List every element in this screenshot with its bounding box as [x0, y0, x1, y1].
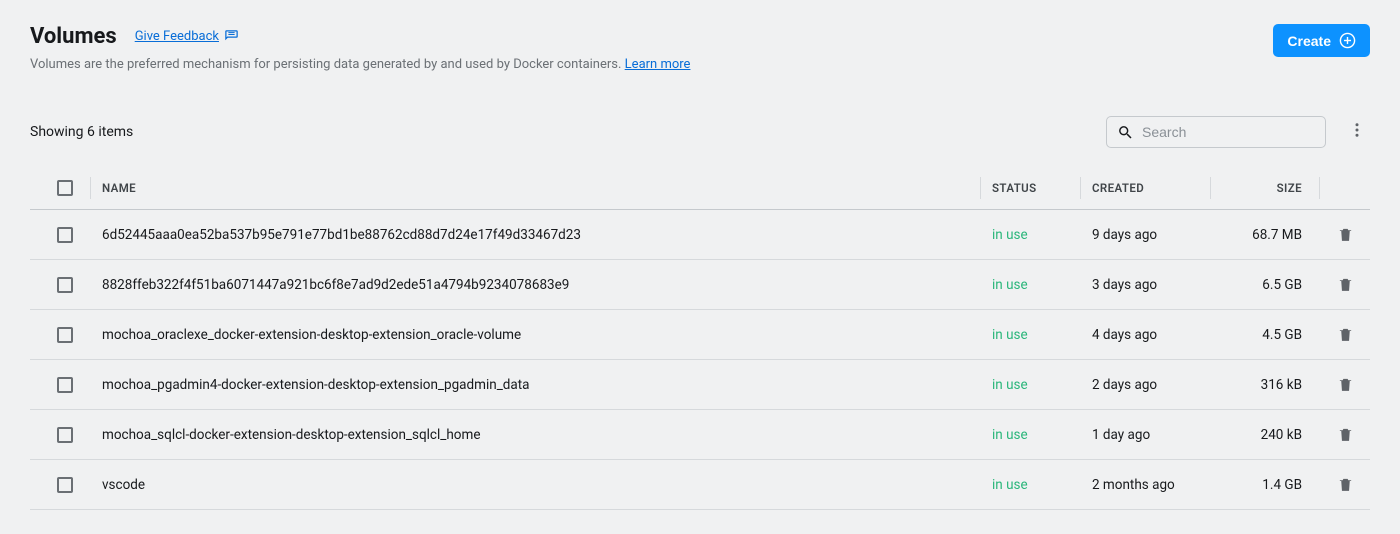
trash-icon — [1337, 226, 1354, 243]
volume-name[interactable]: mochoa_pgadmin4-docker-extension-desktop… — [90, 377, 980, 393]
description-text: Volumes are the preferred mechanism for … — [30, 57, 621, 72]
page-title: Volumes — [30, 24, 117, 49]
delete-button[interactable] — [1320, 276, 1370, 293]
volume-status: in use — [980, 427, 1080, 443]
delete-button[interactable] — [1320, 426, 1370, 443]
table-header: NAME STATUS CREATED SIZE — [30, 166, 1370, 210]
row-checkbox[interactable] — [57, 327, 73, 343]
volume-status: in use — [980, 377, 1080, 393]
row-checkbox[interactable] — [57, 377, 73, 393]
page-description: Volumes are the preferred mechanism for … — [30, 57, 690, 72]
trash-icon — [1337, 276, 1354, 293]
volume-created: 2 days ago — [1080, 377, 1210, 393]
trash-icon — [1337, 326, 1354, 343]
volume-size: 68.7 MB — [1210, 227, 1320, 243]
delete-button[interactable] — [1320, 476, 1370, 493]
volume-size: 6.5 GB — [1210, 277, 1320, 293]
volume-status: in use — [980, 477, 1080, 493]
volume-name[interactable]: mochoa_sqlcl-docker-extension-desktop-ex… — [90, 427, 980, 443]
item-count: Showing 6 items — [30, 124, 133, 140]
volume-created: 9 days ago — [1080, 227, 1210, 243]
give-feedback-link[interactable]: Give Feedback — [135, 29, 239, 44]
search-icon — [1117, 124, 1134, 141]
delete-button[interactable] — [1320, 226, 1370, 243]
volume-created: 4 days ago — [1080, 327, 1210, 343]
row-checkbox[interactable] — [57, 277, 73, 293]
volume-size: 1.4 GB — [1210, 477, 1320, 493]
volume-size: 240 kB — [1210, 427, 1320, 443]
search-field[interactable] — [1106, 116, 1326, 148]
create-label: Create — [1287, 33, 1331, 49]
row-checkbox[interactable] — [57, 227, 73, 243]
row-checkbox-cell — [30, 477, 90, 493]
trash-icon — [1337, 426, 1354, 443]
table-row: mochoa_sqlcl-docker-extension-desktop-ex… — [30, 410, 1370, 460]
create-button[interactable]: Create — [1273, 24, 1370, 57]
plus-circle-icon — [1339, 32, 1356, 49]
trash-icon — [1337, 476, 1354, 493]
more-options-button[interactable] — [1344, 117, 1370, 147]
search-input[interactable] — [1142, 124, 1315, 140]
row-checkbox-cell — [30, 427, 90, 443]
row-checkbox[interactable] — [57, 427, 73, 443]
toolbar: Showing 6 items — [30, 116, 1370, 148]
volume-size: 4.5 GB — [1210, 327, 1320, 343]
select-all-cell — [30, 180, 90, 196]
right-tools — [1106, 116, 1370, 148]
kebab-icon — [1348, 121, 1366, 139]
row-checkbox-cell — [30, 377, 90, 393]
table-row: mochoa_pgadmin4-docker-extension-desktop… — [30, 360, 1370, 410]
volumes-table: NAME STATUS CREATED SIZE 6d52445aaa0ea52… — [30, 166, 1370, 510]
title-block: Volumes Give Feedback Volumes are the pr… — [30, 24, 690, 72]
feedback-label: Give Feedback — [135, 29, 219, 44]
volume-created: 2 months ago — [1080, 477, 1210, 493]
delete-button[interactable] — [1320, 376, 1370, 393]
row-checkbox-cell — [30, 327, 90, 343]
volume-name[interactable]: 6d52445aaa0ea52ba537b95e791e77bd1be88762… — [90, 227, 980, 243]
table-row: vscodein use2 months ago1.4 GB — [30, 460, 1370, 510]
column-size[interactable]: SIZE — [1210, 181, 1320, 195]
row-checkbox-cell — [30, 227, 90, 243]
trash-icon — [1337, 376, 1354, 393]
title-line: Volumes Give Feedback — [30, 24, 690, 49]
table-body: 6d52445aaa0ea52ba537b95e791e77bd1be88762… — [30, 210, 1370, 510]
table-row: 8828ffeb322f4f51ba6071447a921bc6f8e7ad9d… — [30, 260, 1370, 310]
volume-name[interactable]: mochoa_oraclexe_docker-extension-desktop… — [90, 327, 980, 343]
volume-created: 3 days ago — [1080, 277, 1210, 293]
volume-created: 1 day ago — [1080, 427, 1210, 443]
delete-button[interactable] — [1320, 326, 1370, 343]
volume-status: in use — [980, 327, 1080, 343]
page-header: Volumes Give Feedback Volumes are the pr… — [30, 24, 1370, 72]
column-created[interactable]: CREATED — [1080, 181, 1210, 195]
row-checkbox[interactable] — [57, 477, 73, 493]
select-all-checkbox[interactable] — [57, 180, 73, 196]
table-row: 6d52445aaa0ea52ba537b95e791e77bd1be88762… — [30, 210, 1370, 260]
table-row: mochoa_oraclexe_docker-extension-desktop… — [30, 310, 1370, 360]
row-checkbox-cell — [30, 277, 90, 293]
volume-status: in use — [980, 227, 1080, 243]
learn-more-link[interactable]: Learn more — [625, 57, 691, 72]
volume-name[interactable]: 8828ffeb322f4f51ba6071447a921bc6f8e7ad9d… — [90, 277, 980, 293]
volume-name[interactable]: vscode — [90, 477, 980, 493]
column-name[interactable]: NAME — [90, 181, 980, 195]
feedback-icon — [224, 29, 239, 44]
volume-size: 316 kB — [1210, 377, 1320, 393]
volume-status: in use — [980, 277, 1080, 293]
column-status[interactable]: STATUS — [980, 181, 1080, 195]
